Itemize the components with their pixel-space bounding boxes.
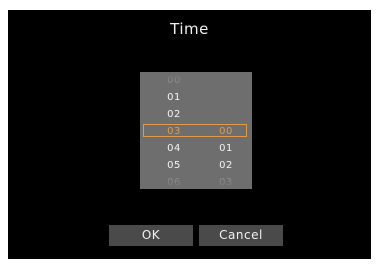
minute-option[interactable]: 02 — [206, 157, 246, 174]
hour-option[interactable]: 04 — [154, 140, 194, 157]
minute-option[interactable] — [206, 106, 246, 123]
minute-option[interactable] — [206, 89, 246, 106]
ok-button[interactable]: OK — [109, 225, 193, 246]
minute-option[interactable]: 03 — [206, 174, 246, 189]
dialog-title: Time — [170, 20, 209, 38]
hour-option[interactable]: 01 — [154, 89, 194, 106]
minute-option[interactable] — [206, 72, 246, 89]
hour-option[interactable]: 05 — [154, 157, 194, 174]
hour-option[interactable]: 00 — [154, 72, 194, 89]
hour-option[interactable]: 02 — [154, 106, 194, 123]
time-picker[interactable]: 00 01 02 03 04 05 06 00 01 02 03 — [140, 72, 252, 189]
selection-highlight — [143, 124, 247, 137]
minute-option[interactable]: 01 — [206, 140, 246, 157]
cancel-button[interactable]: Cancel — [199, 225, 283, 246]
time-dialog: Time 00 01 02 03 04 05 06 00 01 02 03 OK… — [8, 10, 371, 259]
hour-option[interactable]: 06 — [154, 174, 194, 189]
